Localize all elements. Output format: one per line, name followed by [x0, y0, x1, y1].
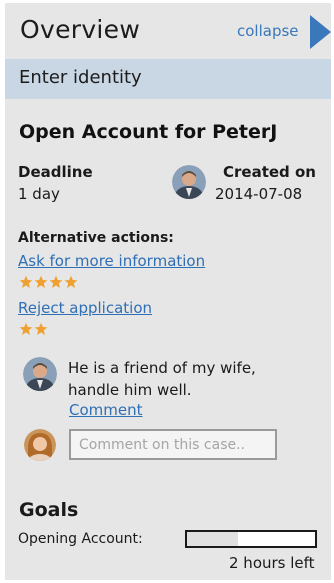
case-title: Open Account for PeterJ: [19, 121, 278, 143]
panel-title: Overview: [20, 15, 141, 44]
creator-avatar: [172, 165, 206, 199]
goal-time-left: 2 hours left: [229, 554, 315, 572]
case-overview-panel: Overview collapse Enter identity Open Ac…: [5, 3, 331, 580]
deadline-value: 1 day: [18, 185, 60, 203]
collapse-link[interactable]: collapse: [237, 22, 299, 40]
star-icon: [19, 322, 33, 335]
note-author-avatar: [23, 357, 57, 391]
star-icon: [34, 322, 48, 335]
goal-label: Opening Account:: [18, 531, 143, 547]
current-step-label: Enter identity: [19, 67, 142, 88]
alternative-actions-label: Alternative actions:: [18, 230, 174, 246]
star-icon: [34, 275, 48, 288]
ask-more-info-link[interactable]: Ask for more information: [18, 252, 205, 270]
reject-application-rating: [19, 322, 48, 336]
current-user-avatar: [24, 429, 56, 461]
comment-link[interactable]: Comment: [69, 401, 143, 419]
note-text: He is a friend of my wife, handle him we…: [68, 359, 256, 399]
goal-progress-bar: [185, 530, 317, 548]
goal-progress-fill: [187, 532, 239, 546]
panel-header: Overview collapse: [5, 3, 331, 55]
reject-application-link[interactable]: Reject application: [18, 299, 152, 317]
current-step-bar: Enter identity: [5, 59, 331, 99]
comment-input[interactable]: [69, 429, 277, 460]
ask-more-info-rating: [19, 275, 78, 289]
star-icon: [19, 275, 33, 288]
created-on-value: 2014-07-08: [215, 185, 303, 203]
star-icon: [49, 275, 63, 288]
goals-heading: Goals: [19, 499, 79, 521]
deadline-label: Deadline: [18, 163, 93, 181]
created-on-label: Created on: [223, 163, 316, 181]
triangle-right-icon[interactable]: [310, 15, 331, 49]
star-icon: [64, 275, 78, 288]
